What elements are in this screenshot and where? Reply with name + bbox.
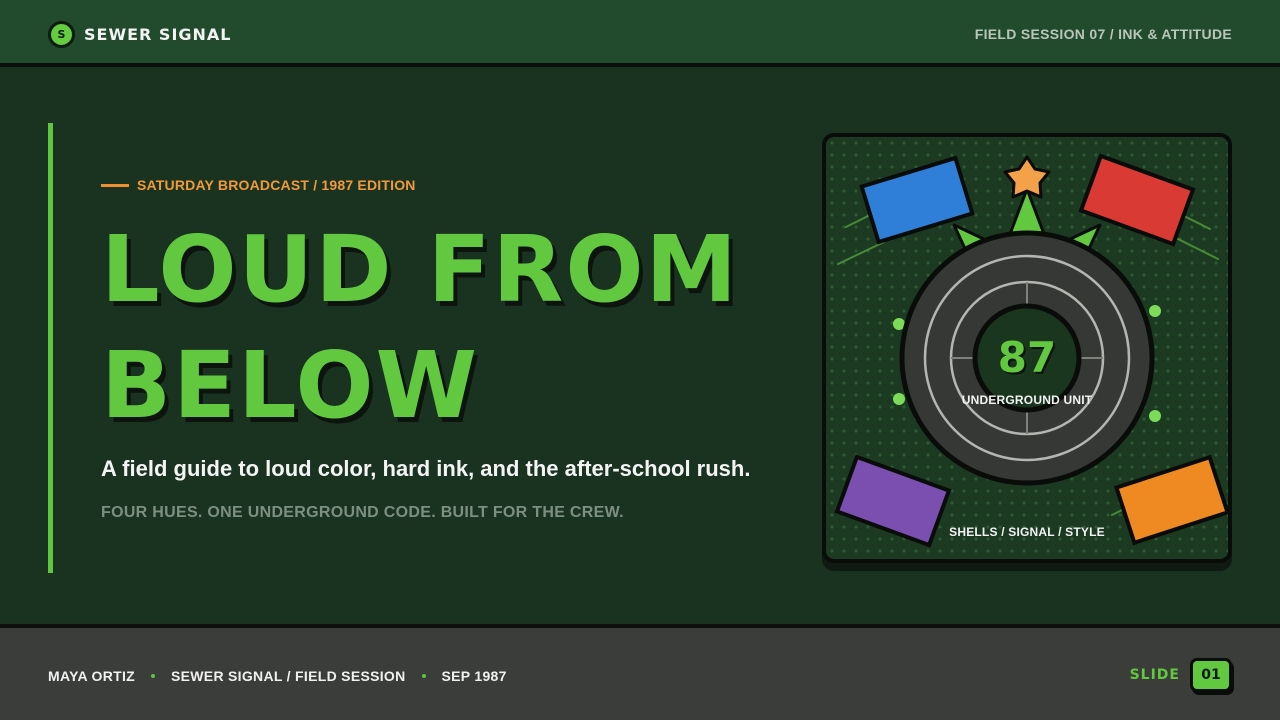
footer-separator xyxy=(151,674,156,678)
footer-separator xyxy=(421,674,426,678)
session-label: FIELD SESSION 07 / INK & ATTITUDE xyxy=(974,26,1232,42)
accent-bar xyxy=(48,123,53,573)
headline-line-1: LOUD FROM xyxy=(101,216,740,323)
header-bar: S SEWER SIGNAL FIELD SESSION 07 / INK & … xyxy=(0,0,1280,67)
headline: LOUD FROM BELOW xyxy=(101,212,801,444)
headline-line-2: BELOW xyxy=(101,332,479,439)
slide-number: 01 xyxy=(1190,658,1232,692)
emblem-card: 87 UNDERGROUND UNIT SHELLS / SIGNAL / ST… xyxy=(822,133,1232,563)
eyebrow: SATURDAY BROADCAST / 1987 EDITION xyxy=(101,177,416,193)
brand: S SEWER SIGNAL xyxy=(48,20,232,48)
footer-author: MAYA ORTIZ xyxy=(48,668,136,684)
emblem-caption: SHELLS / SIGNAL / STYLE xyxy=(949,525,1105,539)
footer-meta: MAYA ORTIZ SEWER SIGNAL / FIELD SESSION … xyxy=(48,668,507,684)
emblem-unit: UNDERGROUND UNIT xyxy=(961,393,1093,407)
brand-badge: S xyxy=(48,20,75,48)
subhead: A field guide to loud color, hard ink, a… xyxy=(101,456,751,481)
star-icon xyxy=(1003,155,1051,199)
brand-name: SEWER SIGNAL xyxy=(84,24,232,44)
footer-series: SEWER SIGNAL / FIELD SESSION xyxy=(171,668,406,684)
slide-indicator: SLIDE 01 xyxy=(1130,658,1232,692)
footer-date: SEP 1987 xyxy=(441,668,507,684)
footer-bar: MAYA ORTIZ SEWER SIGNAL / FIELD SESSION … xyxy=(0,624,1280,720)
tagline: FOUR HUES. ONE UNDERGROUND CODE. BUILT F… xyxy=(101,504,624,521)
emblem-value: 87 xyxy=(997,333,1057,382)
eyebrow-rule xyxy=(101,183,129,187)
eyebrow-text: SATURDAY BROADCAST / 1987 EDITION xyxy=(137,177,416,193)
slide-label: SLIDE xyxy=(1129,667,1180,683)
